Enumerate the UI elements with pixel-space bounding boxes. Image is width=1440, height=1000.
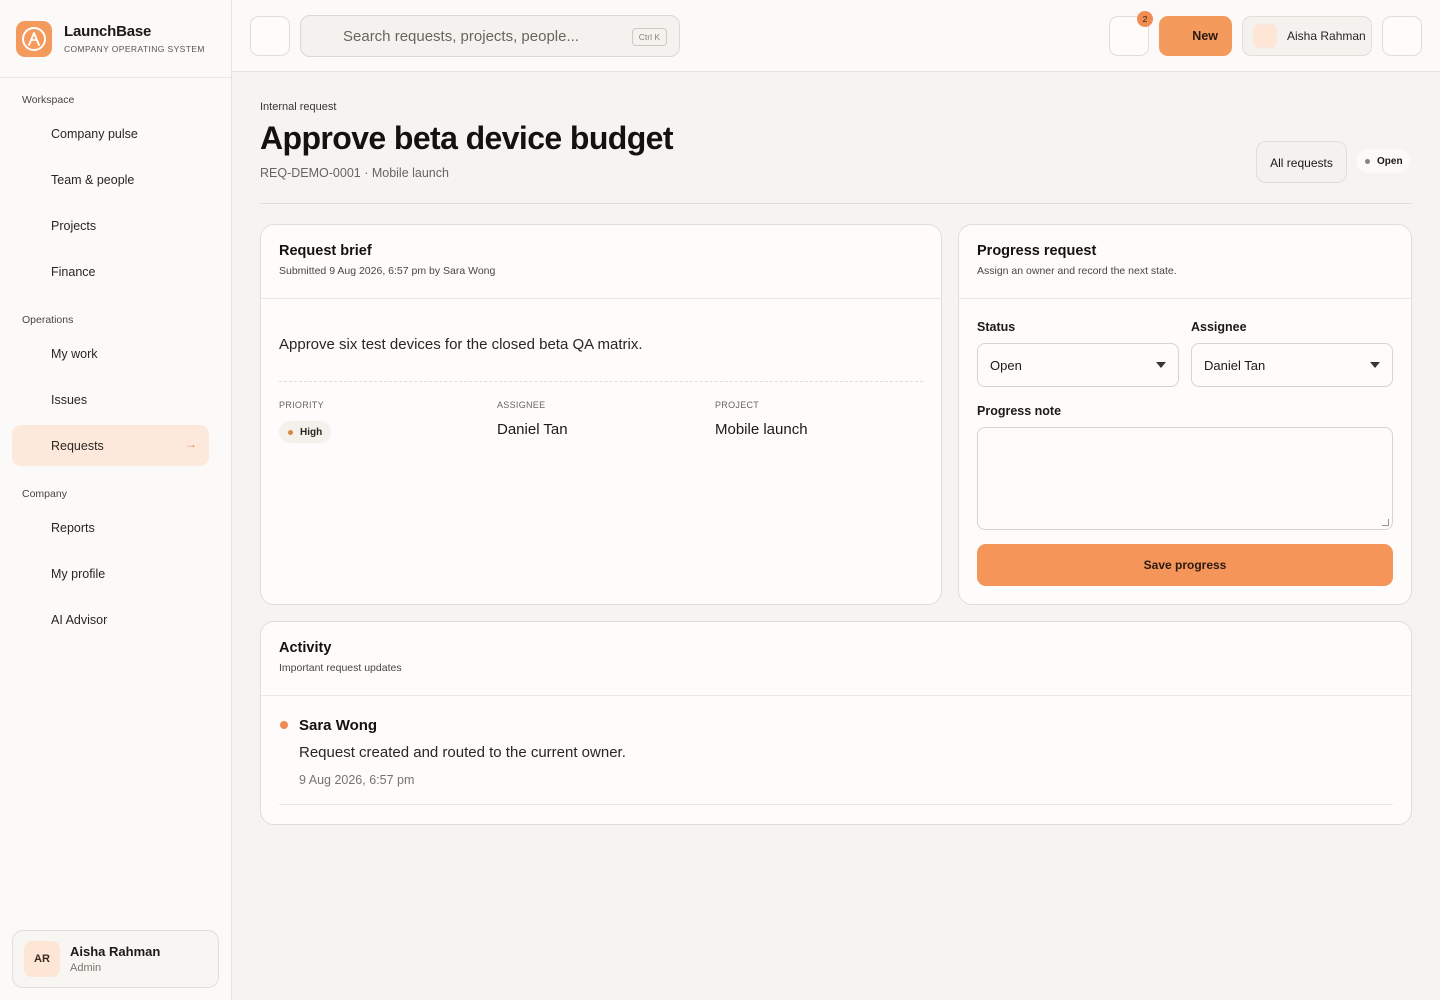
- brand-tagline: COMPANY OPERATING SYSTEM: [64, 44, 205, 54]
- divider: [279, 804, 1393, 805]
- card-title: Request brief: [279, 243, 372, 259]
- card-subtitle: Assign an owner and record the next stat…: [977, 265, 1177, 277]
- profile-name: Aisha Rahman: [1287, 29, 1366, 43]
- search-input[interactable]: Search requests, projects, people... Ctr…: [300, 15, 680, 57]
- sidebar: LaunchBase COMPANY OPERATING SYSTEM Work…: [0, 0, 232, 1000]
- status-badge: Open: [1356, 149, 1410, 173]
- priority-dot-icon: [288, 429, 293, 435]
- assignee-value: Daniel Tan: [497, 421, 568, 438]
- sidebar-item-finance[interactable]: Finance: [12, 251, 209, 292]
- sidebar-item-label: Team & people: [51, 172, 135, 187]
- sidebar-item-projects[interactable]: Projects: [12, 205, 209, 246]
- page-subtitle: REQ-DEMO-0001 · Mobile launch: [260, 166, 449, 180]
- user-role: Admin: [70, 962, 102, 974]
- user-name: Aisha Rahman: [70, 944, 161, 959]
- sidebar-item-label: Requests: [51, 438, 104, 453]
- request-brief-card: Request brief Submitted 9 Aug 2026, 6:57…: [260, 224, 942, 605]
- assignee-field-label: Assignee: [1191, 320, 1247, 334]
- page-eyebrow: Internal request: [260, 101, 337, 113]
- sidebar-item-label: My work: [51, 346, 98, 361]
- request-description: Approve six test devices for the closed …: [279, 336, 643, 353]
- priority-label: PRIORITY: [279, 400, 324, 410]
- priority-badge: High: [279, 421, 332, 443]
- sidebar-item-reports[interactable]: Reports: [12, 507, 209, 548]
- status-select-value: Open: [990, 357, 1022, 373]
- card-subtitle: Important request updates: [279, 662, 402, 674]
- sidebar-item-label: Company pulse: [51, 126, 138, 141]
- sidebar-item-requests[interactable]: Requests →: [12, 425, 209, 466]
- progress-note-label: Progress note: [977, 404, 1062, 418]
- sidebar-item-label: My profile: [51, 566, 106, 581]
- page-title: Approve beta device budget: [260, 120, 674, 156]
- sidebar-item-label: AI Advisor: [51, 612, 108, 627]
- sidebar-item-ai-advisor[interactable]: AI Advisor: [12, 599, 209, 640]
- all-requests-button[interactable]: All requests: [1256, 141, 1347, 183]
- divider: [279, 381, 923, 382]
- status-select[interactable]: Open: [977, 343, 1179, 387]
- search-shortcut-hint: Ctrl K: [631, 28, 667, 46]
- resize-handle-icon[interactable]: [1382, 519, 1389, 526]
- brand-name: LaunchBase: [64, 23, 152, 40]
- sidebar-item-label: Issues: [51, 392, 88, 407]
- sidebar-item-my-work[interactable]: My work: [12, 333, 209, 374]
- status-field-label: Status: [977, 320, 1016, 334]
- timeline-dot-icon: [280, 721, 288, 729]
- assignee-select[interactable]: Daniel Tan: [1191, 343, 1393, 387]
- nav-section-company: Company: [22, 488, 67, 500]
- nav-section-operations: Operations: [22, 314, 74, 326]
- logo-icon: [16, 20, 52, 57]
- header-divider: [260, 203, 1412, 204]
- brand: LaunchBase COMPANY OPERATING SYSTEM: [0, 0, 231, 78]
- card-title: Activity: [279, 640, 332, 656]
- sidebar-item-my-profile[interactable]: My profile: [12, 553, 209, 594]
- sidebar-item-issues[interactable]: Issues: [12, 379, 209, 420]
- sidebar-item-label: Reports: [51, 520, 95, 535]
- notification-count-badge: 2: [1137, 11, 1153, 27]
- assignee-label: ASSIGNEE: [497, 400, 546, 410]
- save-progress-button[interactable]: Save progress: [977, 544, 1393, 586]
- settings-button[interactable]: [1382, 16, 1422, 56]
- sidebar-item-label: Finance: [51, 264, 96, 279]
- card-title: Progress request: [977, 243, 1097, 259]
- avatar: [1253, 24, 1277, 48]
- progress-note-textarea[interactable]: [977, 427, 1393, 530]
- status-badge-label: Open: [1377, 155, 1403, 167]
- activity-card: Activity Important request updates Sara …: [260, 621, 1412, 825]
- menu-toggle-button[interactable]: [250, 16, 290, 56]
- assignee-select-value: Daniel Tan: [1204, 357, 1266, 373]
- card-subtitle: Submitted 9 Aug 2026, 6:57 pm by Sara Wo…: [279, 265, 496, 277]
- sidebar-user-card[interactable]: AR Aisha Rahman Admin: [12, 930, 219, 988]
- sidebar-item-label: Projects: [51, 218, 97, 233]
- profile-menu-button[interactable]: Aisha Rahman: [1242, 16, 1372, 56]
- progress-request-card: Progress request Assign an owner and rec…: [958, 224, 1412, 605]
- sidebar-item-team-people[interactable]: Team & people: [12, 159, 209, 200]
- activity-time: 9 Aug 2026, 6:57 pm: [299, 773, 415, 787]
- sidebar-item-company-pulse[interactable]: Company pulse: [12, 113, 209, 154]
- project-label: PROJECT: [715, 400, 760, 410]
- nav-section-workspace: Workspace: [22, 94, 75, 106]
- avatar: AR: [24, 941, 60, 977]
- project-value: Mobile launch: [715, 421, 808, 438]
- chevron-down-icon: [1156, 362, 1166, 368]
- notifications-button[interactable]: 2: [1109, 11, 1153, 56]
- activity-author: Sara Wong: [299, 717, 378, 734]
- search-placeholder: Search requests, projects, people...: [343, 28, 579, 45]
- arrow-right-icon: →: [185, 437, 197, 451]
- status-dot-icon: [1365, 158, 1370, 164]
- activity-text: Request created and routed to the curren…: [299, 744, 626, 761]
- topbar: Search requests, projects, people... Ctr…: [232, 0, 1440, 72]
- new-button[interactable]: New: [1159, 16, 1232, 56]
- priority-value: High: [300, 426, 323, 438]
- chevron-down-icon: [1370, 362, 1380, 368]
